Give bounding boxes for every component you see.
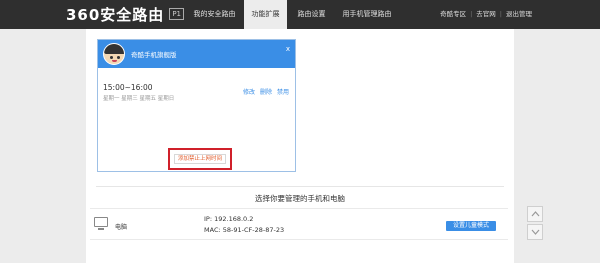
logo-text: 360安全路由 [66, 5, 165, 24]
device-mac: MAC: 58-91-CF-28-87-23 [204, 226, 285, 234]
model-badge: P1 [169, 8, 184, 20]
top-links: 奇酷专区 | 去官网 | 退出管理 [440, 10, 532, 18]
tab-feature-extension[interactable]: 功能扩展 [244, 0, 287, 29]
scroll-up-button[interactable] [527, 206, 543, 222]
chevron-down-icon [531, 229, 540, 235]
main-content: 奇酷手机旗舰版 x 15:00~16:00 星期一 星期三 星期五 星期日 修改… [86, 29, 514, 263]
chevron-up-icon [531, 211, 540, 217]
device-schedule-card: 奇酷手机旗舰版 x 15:00~16:00 星期一 星期三 星期五 星期日 修改… [97, 39, 296, 172]
section-divider [96, 186, 504, 187]
schedule-actions: 修改 删除 禁用 [238, 87, 289, 96]
tab-manage-via-phone[interactable]: 用手机管理路由 [336, 0, 398, 29]
add-block-time-button[interactable]: 添加禁止上网时间 [174, 154, 226, 164]
close-icon[interactable]: x [286, 45, 290, 53]
card-title: 奇酷手机旗舰版 [131, 51, 177, 59]
row-divider-bottom [90, 239, 508, 240]
edit-link[interactable]: 修改 [243, 89, 255, 96]
add-button-highlight: 添加禁止上网时间 [168, 148, 232, 170]
computer-icon [94, 217, 108, 231]
row-divider-top [90, 208, 508, 209]
card-header: 奇酷手机旗舰版 x [98, 40, 295, 68]
device-section-title: 选择你要管理的手机和电脑 [255, 194, 345, 203]
tab-my-router[interactable]: 我的安全路由 [187, 0, 242, 29]
scroll-down-button[interactable] [527, 224, 543, 240]
link-qiku-zone[interactable]: 奇酷专区 [440, 10, 466, 18]
tab-router-settings[interactable]: 路由设置 [289, 0, 334, 29]
device-name: 电脑 [115, 224, 128, 231]
schedule-days: 星期一 星期三 星期五 星期日 [103, 96, 175, 102]
avatar [103, 43, 125, 65]
delete-link[interactable]: 删除 [260, 89, 272, 96]
router-logo[interactable]: 360安全路由 P1 [66, 5, 184, 24]
device-ip: IP: 192.168.0.2 [204, 215, 254, 223]
child-mode-button[interactable]: 设置儿童模式 [446, 221, 496, 231]
link-official-site[interactable]: 去官网 [476, 10, 496, 18]
disable-link[interactable]: 禁用 [277, 89, 289, 96]
top-nav-bar: 360安全路由 P1 我的安全路由 功能扩展 路由设置 用手机管理路由 奇酷专区… [0, 0, 600, 29]
schedule-time: 15:00~16:00 [103, 83, 153, 92]
link-logout[interactable]: 退出管理 [506, 10, 532, 18]
